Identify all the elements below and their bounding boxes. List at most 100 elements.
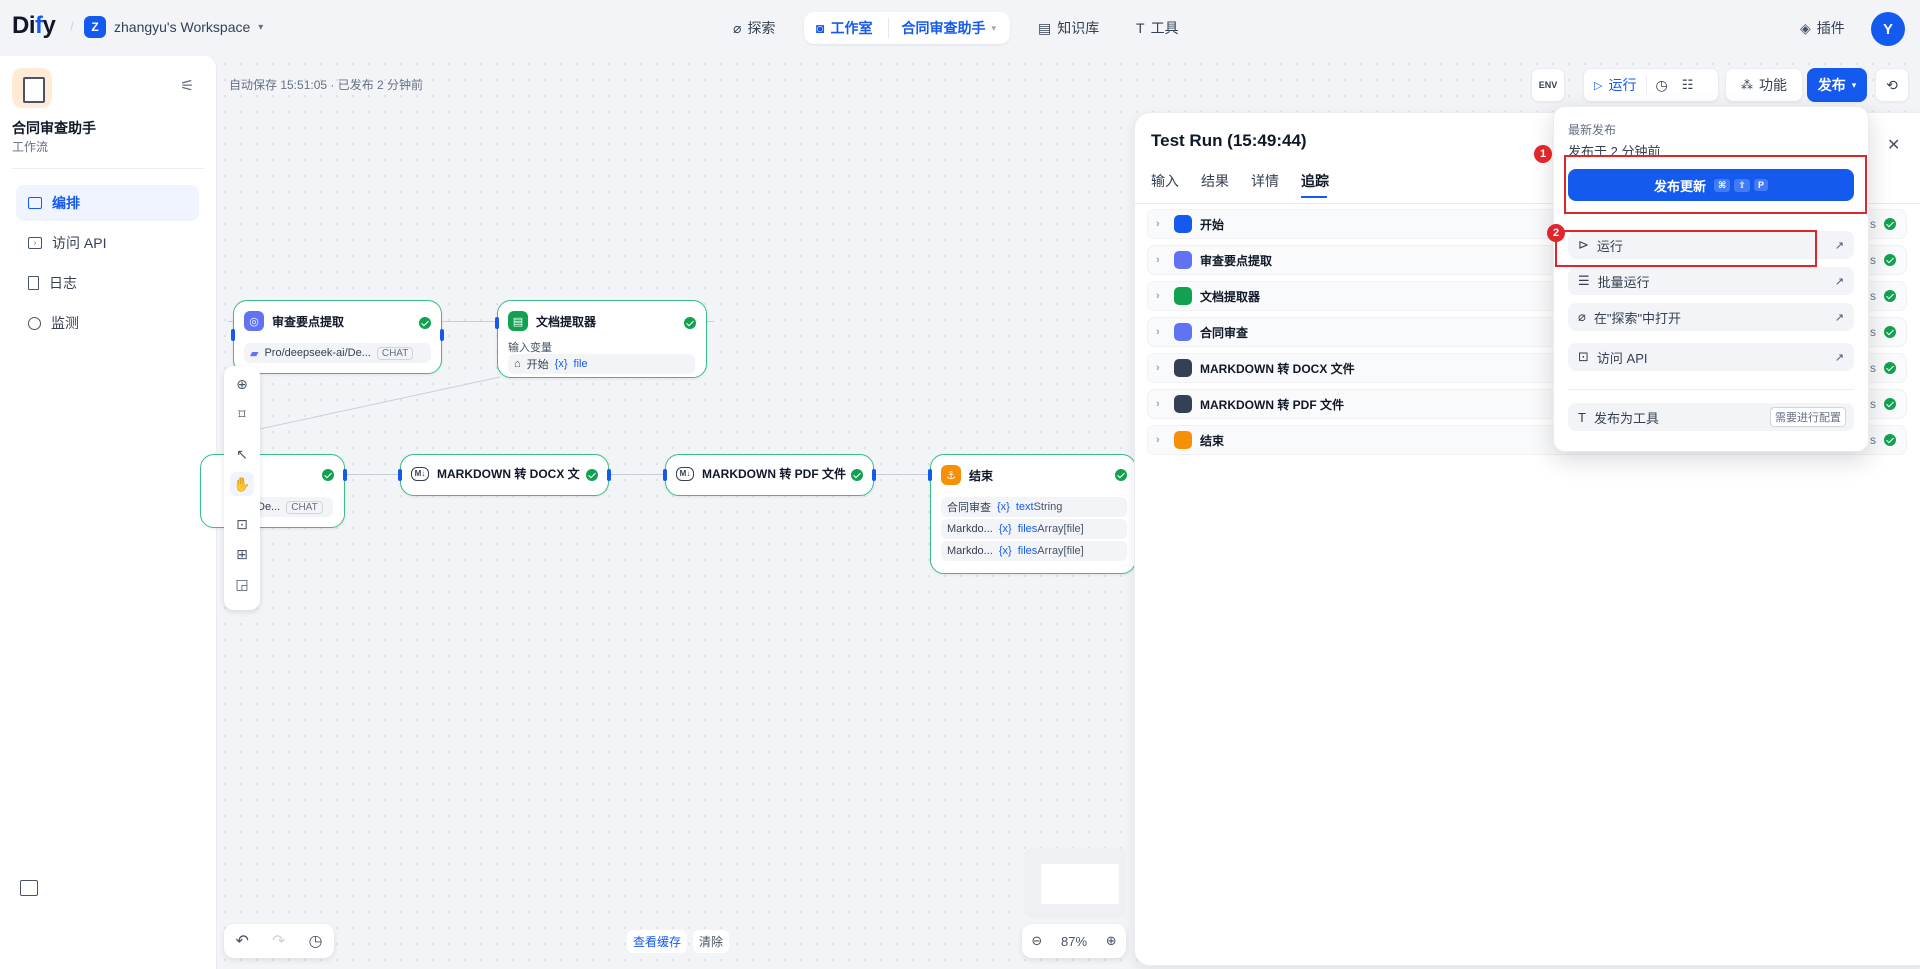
- version-history-button[interactable]: ⟲: [1875, 68, 1909, 102]
- terminal-icon: ›: [28, 237, 42, 249]
- node-contract-review[interactable]: De... CHAT: [200, 454, 347, 528]
- menu-access-api[interactable]: ⊡ 访问 API ↗: [1568, 343, 1854, 371]
- cube-icon: ◈: [1800, 19, 1811, 36]
- success-check-icon: [586, 469, 598, 481]
- tab-result[interactable]: 结果: [1201, 171, 1229, 191]
- workspace-name: zhangyu's Workspace: [114, 19, 251, 35]
- hammer-icon: T: [1578, 409, 1586, 425]
- external-link-icon: ↗: [1834, 311, 1844, 324]
- node-input-port[interactable]: [398, 469, 402, 481]
- tab-input[interactable]: 输入: [1151, 171, 1179, 191]
- variable-icon: {x}: [998, 523, 1012, 535]
- undo-icon[interactable]: ↶: [236, 931, 249, 951]
- zoom-level[interactable]: 87%: [1061, 934, 1087, 949]
- user-avatar[interactable]: Y: [1871, 12, 1905, 46]
- minimap-toggle-icon[interactable]: ◲: [230, 572, 254, 596]
- node-input-port[interactable]: [495, 317, 499, 329]
- zoom-in-icon[interactable]: ⊕: [1106, 933, 1117, 949]
- batch-run-icon: ☰: [1578, 273, 1590, 288]
- hammer-icon: T: [1136, 20, 1145, 36]
- sidebar-collapse-icon[interactable]: [20, 880, 38, 896]
- dashboard-icon: [28, 316, 41, 330]
- canvas-tool-palette: ⊕ ⌑ ↖ ✋ ⊡ ⊞ ◲: [224, 366, 260, 610]
- success-check-icon: [322, 469, 334, 481]
- edge-diagonal: [231, 376, 501, 436]
- dify-logo[interactable]: Dify: [12, 12, 56, 40]
- run-history-icon[interactable]: ◷: [1647, 77, 1675, 94]
- chevron-down-icon: ▾: [1851, 79, 1857, 90]
- node-input-port[interactable]: [928, 469, 932, 481]
- current-app-switcher[interactable]: 合同审查助手: [888, 18, 985, 38]
- hand-icon[interactable]: ✋: [230, 472, 254, 496]
- nav-knowledge[interactable]: ▤ 知识库: [1038, 18, 1099, 38]
- external-link-icon: ↗: [1834, 239, 1844, 252]
- node-doc-extractor[interactable]: ▤ 文档提取器 输入变量 ⌂ 开始 {x} file: [495, 300, 707, 378]
- canvas-minimap[interactable]: [1024, 848, 1126, 918]
- tab-tracing[interactable]: 追踪: [1301, 171, 1329, 191]
- node-type-icon: [1174, 323, 1192, 341]
- menu-publish-as-tool[interactable]: T 发布为工具 需要进行配置: [1568, 403, 1854, 431]
- app-sidebar: ⚟ 合同审查助手 工作流 编排 › 访问 API 日志 监测: [0, 56, 217, 969]
- app-settings-icon[interactable]: ⚟: [180, 76, 194, 96]
- workspace-avatar: Z: [84, 16, 106, 38]
- node-md-to-pdf[interactable]: M↓ MARKDOWN 转 PDF 文件: [663, 454, 876, 496]
- input-variable-label: 输入变量: [508, 342, 552, 354]
- edge: [440, 321, 496, 322]
- publish-button[interactable]: 发布 ▾: [1807, 68, 1867, 102]
- redo-icon[interactable]: ↷: [272, 931, 285, 951]
- tab-detail[interactable]: 详情: [1251, 171, 1279, 191]
- nav-tools[interactable]: T 工具: [1136, 18, 1179, 38]
- layout-icon: [28, 197, 42, 209]
- node-type-icon: [1174, 251, 1192, 269]
- node-model: ▰ Pro/deepseek-ai/De... CHAT: [244, 343, 431, 363]
- workspace-switcher[interactable]: Z zhangyu's Workspace ▾: [84, 16, 263, 38]
- export-image-icon[interactable]: ⊡: [230, 512, 254, 536]
- node-output-port[interactable]: [343, 469, 347, 481]
- success-check-icon: [1884, 362, 1896, 374]
- add-node-icon[interactable]: ⊕: [230, 372, 254, 396]
- node-header: ⚓ 结束: [941, 465, 993, 485]
- node-input-port[interactable]: [231, 329, 235, 341]
- add-note-icon[interactable]: ⌑: [230, 402, 254, 426]
- nav-explore[interactable]: ⌀ 探索: [733, 18, 775, 38]
- nav-plugins[interactable]: ◈ 插件: [1800, 18, 1845, 38]
- edge: [606, 474, 666, 475]
- run-button[interactable]: ▷ 运行: [1584, 75, 1646, 95]
- success-check-icon: [419, 317, 431, 329]
- env-variables-button[interactable]: ENV: [1531, 68, 1565, 102]
- sidebar-divider: [12, 168, 204, 169]
- node-input-port[interactable]: [663, 469, 667, 481]
- checklist-icon[interactable]: ☷: [1676, 77, 1700, 93]
- latest-publish-label: 最新发布: [1568, 123, 1617, 137]
- node-type-icon: [1174, 359, 1192, 377]
- node-md-to-docx[interactable]: M↓ MARKDOWN 转 DOCX 文: [398, 454, 611, 496]
- pointer-icon[interactable]: ↖: [230, 442, 254, 466]
- menu-open-in-explore[interactable]: ⌀ 在"探索"中打开 ↗: [1568, 303, 1854, 331]
- sidebar-item-logs[interactable]: 日志: [16, 265, 199, 301]
- features-button[interactable]: ⁂ 功能: [1725, 68, 1803, 102]
- node-output-port[interactable]: [440, 329, 444, 341]
- clear-cache-button[interactable]: 清除: [693, 930, 730, 953]
- node-output-port[interactable]: [607, 469, 611, 481]
- history-icon[interactable]: ◷: [308, 931, 322, 951]
- node-end[interactable]: ⚓ 结束 合同审查 {x} text String Markdo... {x} files A…: [928, 454, 1136, 574]
- nav-studio[interactable]: ◙ 工作室 合同审查助手 ▾: [804, 12, 1010, 44]
- node-header: M↓ MARKDOWN 转 DOCX 文: [411, 465, 580, 482]
- chevron-down-icon: ▾: [991, 22, 996, 33]
- success-check-icon: [1884, 326, 1896, 338]
- node-extract-points[interactable]: ◎ 审查要点提取 ▰ Pro/deepseek-ai/De... CHAT: [231, 300, 444, 374]
- trace-node-name: 合同审查: [1200, 325, 1249, 340]
- menu-batch-run[interactable]: ☰ 批量运行 ↗: [1568, 267, 1854, 295]
- success-check-icon: [851, 469, 863, 481]
- node-header: ▤ 文档提取器: [508, 311, 596, 331]
- end-output-row: Markdo... {x} files Array[file]: [941, 541, 1127, 561]
- node-output-port[interactable]: [872, 469, 876, 481]
- view-cache-button[interactable]: 查看缓存: [627, 930, 688, 953]
- sidebar-item-monitor[interactable]: 监测: [16, 305, 199, 341]
- trace-status: s: [1870, 433, 1896, 447]
- zoom-out-icon[interactable]: ⊖: [1031, 933, 1042, 949]
- sidebar-item-api[interactable]: › 访问 API: [16, 225, 199, 261]
- close-icon[interactable]: ✕: [1887, 135, 1900, 155]
- organize-nodes-icon[interactable]: ⊞: [230, 542, 254, 566]
- sidebar-item-orchestrate[interactable]: 编排: [16, 185, 199, 221]
